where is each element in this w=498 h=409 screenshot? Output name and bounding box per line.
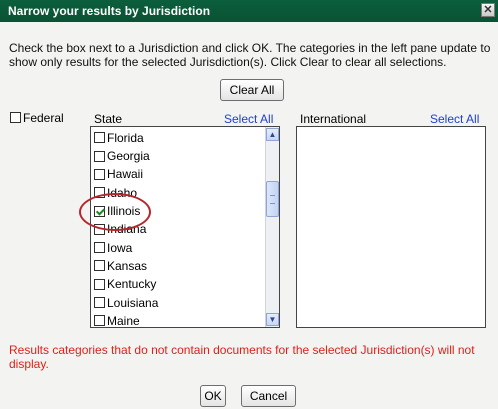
state-list[interactable]: Florida Georgia Hawaii Idaho Illinois Indiana… bbox=[90, 126, 280, 328]
state-item-hawaii[interactable]: Hawaii bbox=[94, 165, 143, 183]
state-item-illinois[interactable]: Illinois bbox=[94, 201, 140, 219]
state-name: Kentucky bbox=[107, 277, 157, 292]
state-name: Indiana bbox=[107, 222, 147, 237]
state-name: Georgia bbox=[107, 149, 150, 164]
state-checkbox[interactable] bbox=[94, 260, 105, 272]
close-button[interactable]: ✕ bbox=[481, 3, 495, 17]
scrollbar-thumb[interactable] bbox=[266, 181, 279, 217]
dialog-title: Narrow your results by Jurisdiction bbox=[8, 4, 211, 18]
state-item-maine[interactable]: Maine bbox=[94, 311, 140, 328]
state-checkbox[interactable] bbox=[94, 223, 105, 235]
state-item-georgia[interactable]: Georgia bbox=[94, 146, 150, 164]
state-select-all-link[interactable]: Select All bbox=[224, 112, 273, 126]
state-checkbox[interactable] bbox=[94, 205, 105, 217]
state-item-louisiana[interactable]: Louisiana bbox=[94, 293, 158, 311]
international-column-header: International bbox=[300, 112, 367, 126]
state-name: Maine bbox=[107, 313, 140, 328]
federal-checkbox[interactable] bbox=[10, 112, 21, 124]
ok-button[interactable]: OK bbox=[200, 385, 226, 407]
instructions-text: Check the box next to a Jurisdiction and… bbox=[9, 41, 491, 69]
results-note: Results categories that do not contain d… bbox=[9, 343, 475, 371]
state-item-florida[interactable]: Florida bbox=[94, 128, 144, 146]
federal-label: Federal bbox=[23, 110, 64, 125]
state-name: Iowa bbox=[107, 240, 133, 255]
state-checkbox[interactable] bbox=[94, 278, 105, 290]
state-item-kentucky[interactable]: Kentucky bbox=[94, 274, 156, 292]
state-checkbox[interactable] bbox=[94, 132, 105, 144]
state-item-indiana[interactable]: Indiana bbox=[94, 220, 146, 238]
state-name: Florida bbox=[107, 130, 144, 145]
scroll-up-arrow-icon[interactable]: ▲ bbox=[266, 128, 279, 141]
dialog-titlebar: Narrow your results by Jurisdiction ✕ bbox=[0, 0, 498, 22]
state-name: Hawaii bbox=[107, 167, 144, 182]
state-name: Kansas bbox=[107, 258, 148, 273]
state-checkbox[interactable] bbox=[94, 168, 105, 180]
state-item-iowa[interactable]: Iowa bbox=[94, 238, 132, 256]
state-checkbox[interactable] bbox=[94, 297, 105, 309]
international-select-all-link[interactable]: Select All bbox=[430, 112, 479, 126]
close-icon: ✕ bbox=[483, 4, 493, 16]
state-name: Illinois bbox=[107, 204, 141, 219]
state-name: Louisiana bbox=[107, 295, 159, 310]
scroll-down-arrow-icon[interactable]: ▼ bbox=[266, 313, 279, 326]
state-item-kansas[interactable]: Kansas bbox=[94, 256, 147, 274]
state-checkbox[interactable] bbox=[94, 242, 105, 254]
state-item-idaho[interactable]: Idaho bbox=[94, 183, 137, 201]
clear-all-button[interactable]: Clear All bbox=[220, 79, 284, 101]
state-column-header: State bbox=[94, 112, 123, 126]
cancel-button[interactable]: Cancel bbox=[241, 385, 296, 407]
state-checkbox[interactable] bbox=[94, 150, 105, 162]
state-checkbox[interactable] bbox=[94, 187, 105, 199]
federal-option[interactable]: Federal bbox=[10, 110, 64, 125]
international-list[interactable] bbox=[296, 126, 486, 328]
state-list-scrollbar[interactable]: ▲ ▼ bbox=[265, 127, 279, 327]
state-checkbox[interactable] bbox=[94, 315, 105, 327]
state-name: Idaho bbox=[107, 185, 138, 200]
